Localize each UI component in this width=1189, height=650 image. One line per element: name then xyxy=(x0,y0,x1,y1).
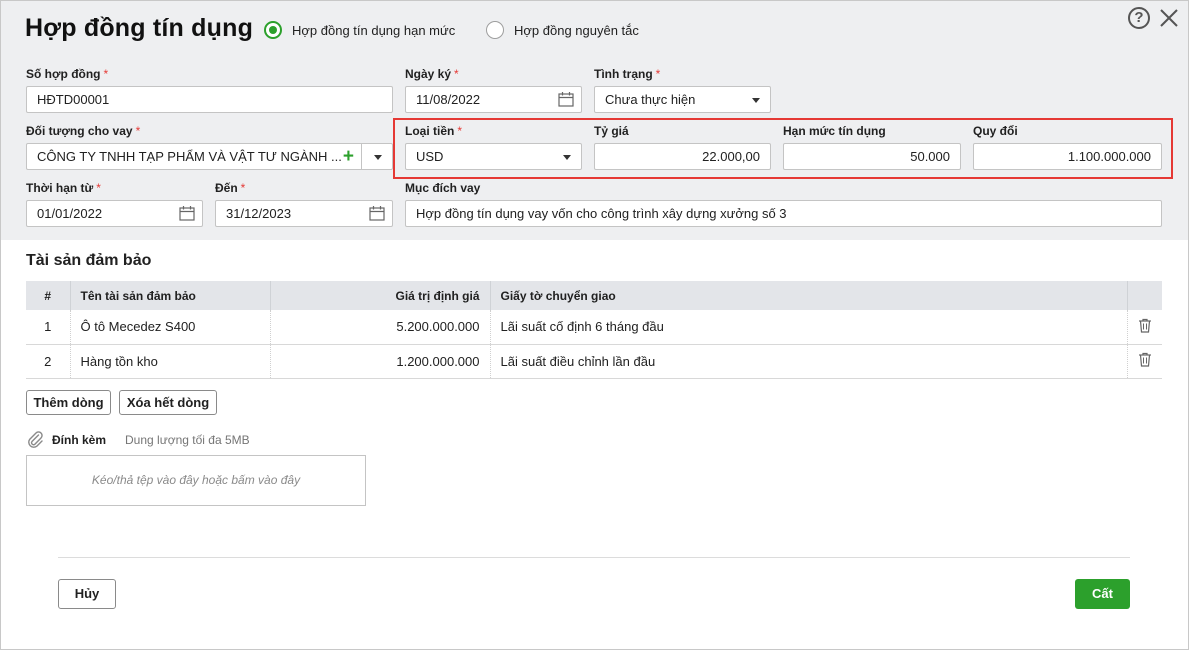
cell-no: 1 xyxy=(26,310,71,345)
borrower-select[interactable]: CÔNG TY TNHH TẠP PHẨM VÀ VẬT TƯ NGÀNH ..… xyxy=(26,143,393,170)
credit-limit-input[interactable]: 50.000 xyxy=(783,143,961,170)
credit-limit-label: Hạn mức tín dụng xyxy=(783,124,886,138)
file-drop-zone[interactable]: Kéo/thả tệp vào đây hoặc bấm vào đây xyxy=(26,455,366,506)
sign-date-input[interactable]: 11/08/2022 xyxy=(405,86,582,113)
collateral-table: # Tên tài sản đảm bảo Giá trị định giá G… xyxy=(26,281,1162,379)
cell-value[interactable]: 5.200.000.000 xyxy=(270,310,491,345)
dialog-title: Hợp đồng tín dụng xyxy=(25,14,254,42)
purpose-input[interactable]: Hợp đồng tín dụng vay vốn cho công trình… xyxy=(405,200,1162,227)
add-borrower-icon[interactable]: + xyxy=(343,144,354,169)
calendar-icon[interactable] xyxy=(179,206,195,221)
borrower-label: Đối tượng cho vay * xyxy=(26,124,141,138)
chevron-down-icon[interactable] xyxy=(374,155,382,160)
radio-unselected-icon xyxy=(486,21,504,39)
cell-name[interactable]: Ô tô Mecedez S400 xyxy=(70,310,271,345)
converted-label: Quy đổi xyxy=(973,124,1018,138)
term-from-label: Thời hạn từ * xyxy=(26,181,101,195)
divider xyxy=(361,144,362,169)
attachment-hint: Dung lượng tối đa 5MB xyxy=(125,433,250,447)
col-header-value: Giá trị định giá xyxy=(270,281,491,310)
table-header-row: # Tên tài sản đảm bảo Giá trị định giá G… xyxy=(26,281,1162,310)
cancel-button[interactable]: Hủy xyxy=(58,579,116,609)
converted-input[interactable]: 1.100.000.000 xyxy=(973,143,1162,170)
cell-actions xyxy=(1127,310,1162,345)
contract-no-label: Số hợp đồng * xyxy=(26,67,109,81)
paperclip-icon xyxy=(28,431,43,448)
clear-rows-button[interactable]: Xóa hết dòng xyxy=(119,390,217,415)
term-to-input[interactable]: 31/12/2023 xyxy=(215,200,393,227)
table-row[interactable]: 1 Ô tô Mecedez S400 5.200.000.000 Lãi su… xyxy=(26,310,1162,345)
attachment-label: Đính kèm xyxy=(52,433,107,447)
radio-principle-contract[interactable]: Hợp đồng nguyên tắc xyxy=(486,21,639,39)
calendar-icon[interactable] xyxy=(558,92,574,107)
close-icon[interactable] xyxy=(1158,7,1180,29)
currency-select[interactable]: USD xyxy=(405,143,582,170)
term-from-input[interactable]: 01/01/2022 xyxy=(26,200,203,227)
radio-label: Hợp đồng tín dụng hạn mức xyxy=(292,22,456,38)
cell-name[interactable]: Hàng tồn kho xyxy=(70,344,271,379)
chevron-down-icon xyxy=(752,98,760,103)
sign-date-label: Ngày ký * xyxy=(405,67,459,81)
exchange-rate-input[interactable]: 22.000,00 xyxy=(594,143,771,170)
chevron-down-icon xyxy=(563,155,571,160)
trash-icon[interactable] xyxy=(1138,352,1152,367)
save-button[interactable]: Cất xyxy=(1075,579,1130,609)
radio-credit-limit-contract[interactable]: Hợp đồng tín dụng hạn mức xyxy=(264,21,455,39)
purpose-label: Mục đích vay xyxy=(405,181,481,195)
term-to-label: Đến * xyxy=(215,181,246,195)
radio-selected-icon xyxy=(264,21,282,39)
col-header-docs: Giấy tờ chuyển giao xyxy=(490,281,1128,310)
table-row[interactable]: 2 Hàng tồn kho 1.200.000.000 Lãi suất đi… xyxy=(26,344,1162,379)
col-header-no: # xyxy=(26,281,71,310)
status-select[interactable]: Chưa thực hiện xyxy=(594,86,771,113)
radio-label: Hợp đồng nguyên tắc xyxy=(514,22,639,38)
cell-no: 2 xyxy=(26,344,71,379)
add-row-button[interactable]: Thêm dòng xyxy=(26,390,111,415)
cell-docs[interactable]: Lãi suất điều chỉnh lần đầu xyxy=(490,344,1128,379)
calendar-icon[interactable] xyxy=(369,206,385,221)
cell-value[interactable]: 1.200.000.000 xyxy=(270,344,491,379)
help-icon[interactable]: ? xyxy=(1128,7,1150,29)
trash-icon[interactable] xyxy=(1138,318,1152,333)
cell-actions xyxy=(1127,344,1162,379)
exchange-rate-label: Tỷ giá xyxy=(594,124,629,138)
currency-label: Loại tiền * xyxy=(405,124,463,138)
cell-docs[interactable]: Lãi suất cố định 6 tháng đầu xyxy=(490,310,1128,345)
contract-no-input[interactable]: HĐTD00001 xyxy=(26,86,393,113)
status-label: Tình trạng * xyxy=(594,67,661,81)
footer-divider xyxy=(58,557,1130,558)
col-header-actions xyxy=(1127,281,1162,310)
col-header-name: Tên tài sản đảm bảo xyxy=(70,281,271,310)
collateral-title: Tài sản đảm bảo xyxy=(26,252,152,269)
